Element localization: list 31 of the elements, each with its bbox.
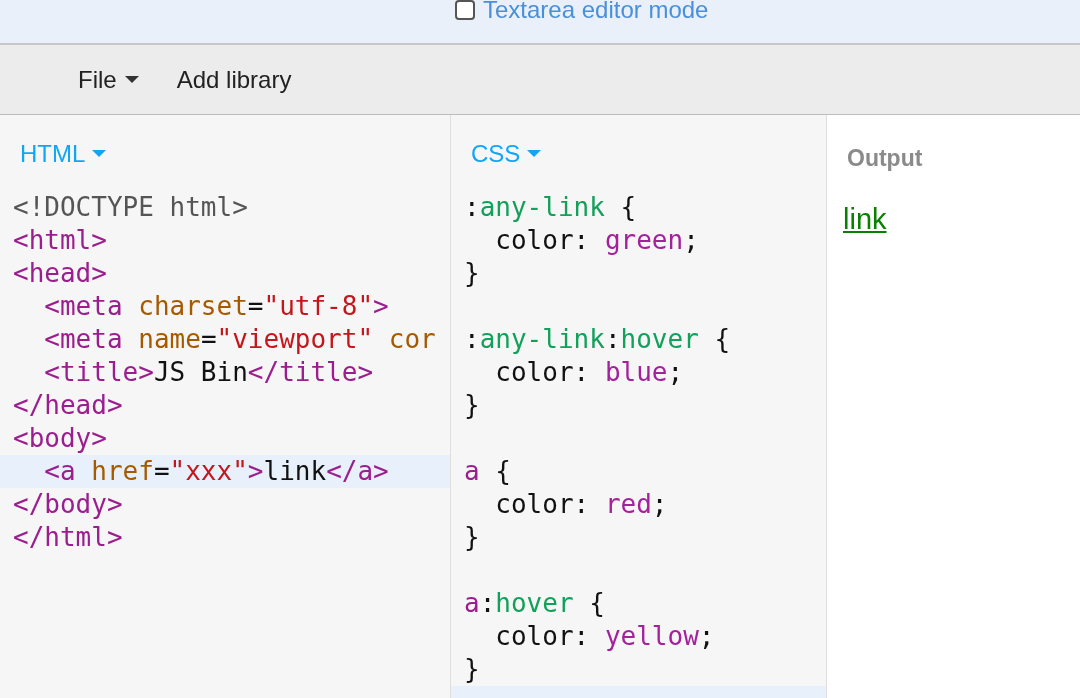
code-line: <html> — [13, 224, 107, 257]
code-line: } — [464, 389, 480, 422]
menu-button[interactable]: File — [78, 61, 139, 98]
caret-icon — [527, 150, 542, 158]
link[interactable]: link — [843, 197, 887, 241]
code-line: color: yellow; — [494, 620, 715, 653]
code-line: </html> — [13, 521, 123, 554]
code-line: :any-link { — [464, 191, 637, 224]
code-line: </body> — [13, 488, 123, 521]
code-line: color: red; — [494, 488, 668, 521]
code-line: color: green; — [494, 224, 699, 257]
checkbox-label[interactable]: Textarea editor mode — [483, 0, 709, 22]
code-line: a:hover { — [464, 587, 605, 620]
code-line: } — [464, 257, 480, 290]
code-line: :any-link:hover { — [464, 323, 731, 356]
menu-button[interactable]: Add library — [176, 61, 292, 98]
checkbox[interactable] — [455, 0, 475, 20]
code-line: <!DOCTYPE html> — [13, 191, 248, 224]
code-line: <head> — [13, 257, 107, 290]
code-line: color: blue; — [494, 356, 684, 389]
code-line: </head> — [13, 389, 123, 422]
code-line: a { — [464, 455, 511, 488]
code-line: } — [464, 653, 480, 686]
caret-icon — [92, 150, 107, 158]
code-line: <meta name="viewport" cor — [43, 323, 436, 356]
panel-title: Output — [847, 144, 923, 173]
code-line: <body> — [13, 422, 107, 455]
code-line: <a href="xxx">link</a> — [43, 455, 389, 488]
code-line: <meta charset="utf-8"> — [43, 290, 389, 323]
code-line: } — [464, 521, 480, 554]
code-line: <title>JS Bin</title> — [43, 356, 374, 389]
